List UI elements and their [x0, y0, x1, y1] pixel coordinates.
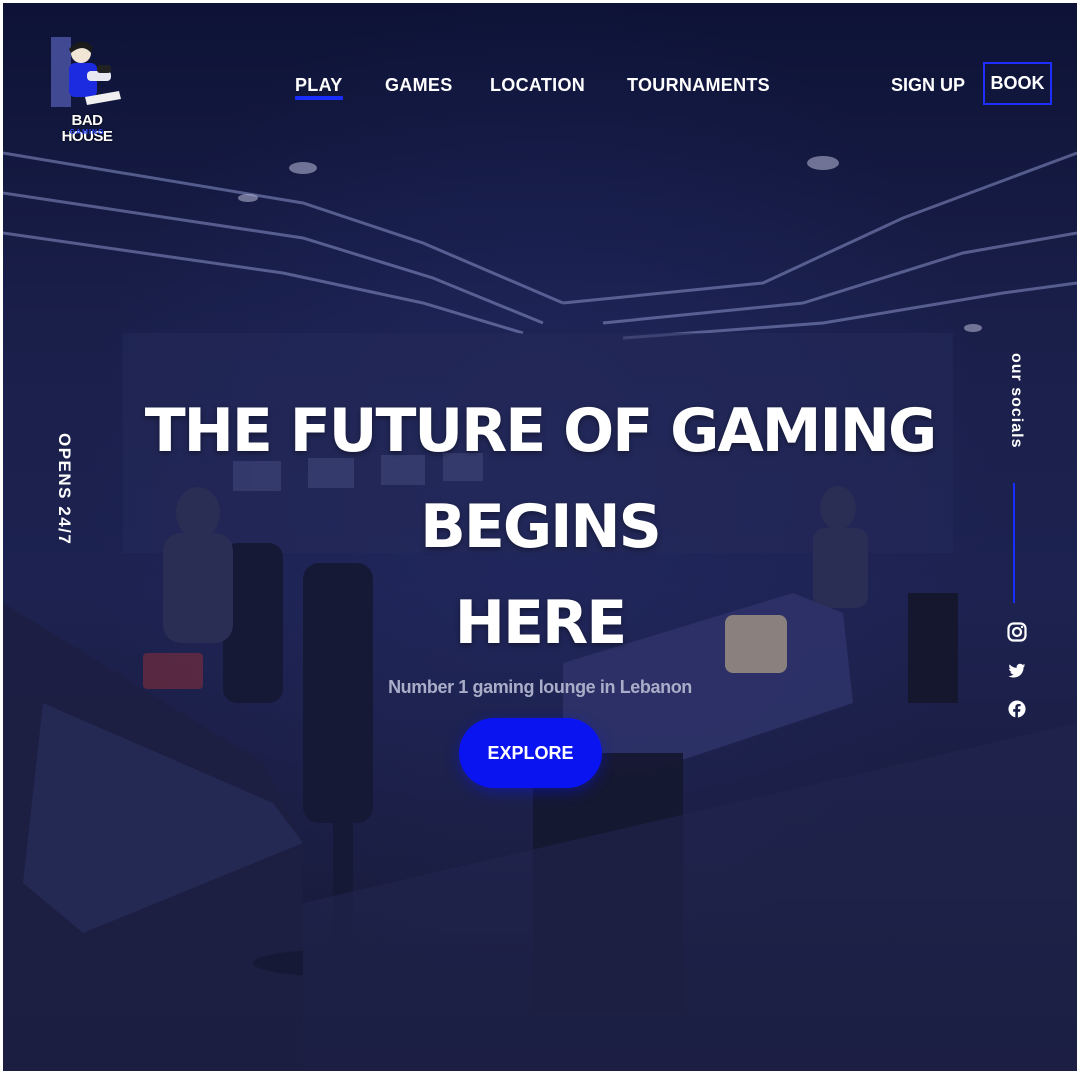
nav-item-play[interactable]: PLAY	[295, 75, 343, 100]
opens-hours-text: OPENS 24/7	[55, 433, 74, 546]
facebook-icon	[1008, 700, 1026, 718]
opens-hours-label: OPENS 24/7	[50, 433, 80, 603]
sign-up-link[interactable]: SIGN UP	[891, 75, 965, 96]
hero-headline-line-1: THE FUTURE OF GAMING	[144, 396, 938, 466]
hero-headline-line-2: BEGINS	[420, 492, 662, 562]
instagram-link[interactable]	[1005, 620, 1029, 644]
hero-headline-line-3: HERE	[454, 588, 627, 658]
instagram-icon	[1007, 622, 1027, 642]
hero-page: BAD HOUSE GAMING PLAY GAMES LOCATION TOU…	[3, 3, 1077, 1071]
twitter-icon	[1008, 663, 1026, 678]
hero-tagline: Number 1 gaming lounge in Lebanon	[388, 677, 692, 697]
nav-item-games[interactable]: GAMES	[385, 75, 453, 96]
gamer-mascot-icon	[51, 37, 121, 107]
socials-heading-text: our socials	[1008, 353, 1025, 449]
facebook-link[interactable]	[1005, 697, 1029, 721]
brand-subtitle: GAMING	[69, 129, 105, 136]
socials-heading: our socials	[1003, 353, 1027, 483]
brand-logo[interactable]: BAD HOUSE GAMING	[47, 33, 127, 145]
socials-divider	[1013, 483, 1015, 603]
hero-headline: THE FUTURE OF GAMING BEGINS HERE	[3, 383, 1077, 671]
nav-item-tournaments[interactable]: TOURNAMENTS	[627, 75, 770, 96]
book-button[interactable]: BOOK	[983, 62, 1052, 105]
nav-item-location[interactable]: LOCATION	[490, 75, 585, 96]
twitter-link[interactable]	[1005, 659, 1029, 683]
explore-button[interactable]: EXPLORE	[459, 718, 602, 788]
